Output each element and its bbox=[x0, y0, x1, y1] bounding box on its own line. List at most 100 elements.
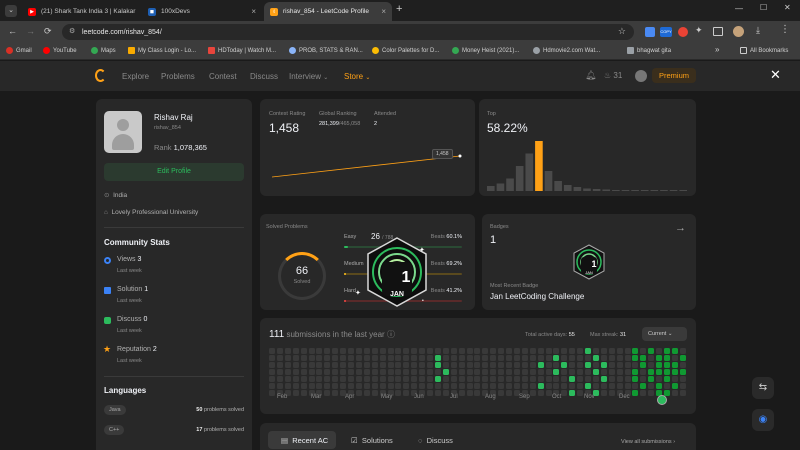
active-days: Total active days: 55 bbox=[525, 332, 575, 338]
beats: Beats 69.2% bbox=[431, 261, 462, 267]
heatmap-cell bbox=[561, 369, 568, 375]
bookmark-money-heist[interactable]: Money Heist (2021)... bbox=[452, 47, 519, 54]
heatmap-cell bbox=[616, 348, 623, 354]
menu-icon[interactable]: ⋮ bbox=[780, 24, 790, 35]
heatmap-cell bbox=[355, 376, 362, 382]
rating-tooltip: 1,458 bbox=[432, 149, 453, 159]
heatmap-cell bbox=[679, 362, 686, 368]
close-window-button[interactable]: ✕ bbox=[784, 3, 791, 12]
heatmap-cell bbox=[276, 348, 283, 354]
profile-avatar[interactable] bbox=[733, 26, 744, 37]
bookmark-bhagwat-gita[interactable]: bhagwat gita bbox=[627, 47, 671, 54]
tab-solutions[interactable]: ☑ Solutions bbox=[351, 436, 393, 445]
browser-tab-leetcode[interactable]: ℓ rishav_854 - LeetCode Profile × bbox=[264, 2, 392, 21]
global-rank: 281,399 bbox=[319, 121, 339, 127]
premium-button[interactable]: Premium bbox=[652, 68, 697, 83]
heatmap-cell bbox=[553, 369, 560, 375]
nav-store[interactable]: Store ⌄ bbox=[344, 72, 370, 81]
tab-search-button[interactable]: ⌄ bbox=[5, 5, 17, 17]
top-label: Top bbox=[487, 111, 496, 117]
nav-interview[interactable]: Interview ⌄ bbox=[289, 72, 328, 81]
bookmark-class-login[interactable]: My Class Login - Lo... bbox=[128, 47, 196, 54]
bookmark-color-palettes[interactable]: Color Palettes for D... bbox=[372, 47, 439, 54]
close-tab-icon[interactable]: × bbox=[135, 7, 140, 16]
new-tab-button[interactable]: + bbox=[396, 3, 402, 15]
solved-title: Solved Problems bbox=[266, 224, 308, 230]
nav-problems[interactable]: Problems bbox=[161, 72, 195, 81]
heatmap-cell bbox=[316, 383, 323, 389]
histogram-bar bbox=[583, 188, 591, 191]
close-overlay-button[interactable]: ✕ bbox=[770, 67, 781, 83]
layout-toggle-button[interactable]: ⇆ bbox=[752, 377, 774, 399]
streak-counter[interactable]: ♨ 31 bbox=[604, 71, 622, 80]
year-select[interactable]: Current ⌄ bbox=[642, 327, 687, 341]
location-icon: ⊙ bbox=[104, 192, 110, 199]
bookmark-maps[interactable]: Maps bbox=[91, 47, 116, 54]
histogram-bar bbox=[544, 171, 553, 191]
tab-recent-ac[interactable]: ▤ Recent AC bbox=[268, 431, 336, 449]
sidebar-icon[interactable] bbox=[713, 27, 723, 36]
heatmap-cell bbox=[419, 355, 426, 361]
stat-label: Solution 1 bbox=[117, 286, 148, 293]
edit-profile-button[interactable]: Edit Profile bbox=[104, 163, 244, 181]
download-icon[interactable]: ⤓ bbox=[756, 25, 760, 36]
heatmap-cell bbox=[300, 362, 307, 368]
bookmark-hdmovie2[interactable]: Hdmovie2.com Wat... bbox=[533, 47, 600, 54]
heatmap-cell bbox=[340, 376, 347, 382]
all-bookmarks-button[interactable]: All Bookmarks bbox=[740, 47, 788, 54]
nav-discuss[interactable]: Discuss bbox=[250, 72, 278, 81]
close-tab-icon[interactable]: × bbox=[245, 7, 256, 16]
maximize-button[interactable]: ☐ bbox=[760, 3, 767, 12]
heatmap-cell bbox=[269, 362, 275, 368]
globe-icon bbox=[289, 47, 296, 54]
badge-overlay-month: JAN bbox=[390, 291, 404, 298]
user-avatar[interactable] bbox=[635, 70, 647, 82]
browser-tab-100xdevs[interactable]: ◼ 100xDevs × bbox=[142, 2, 262, 21]
copy-extension-icon[interactable]: COPY bbox=[660, 27, 672, 37]
tab-discuss[interactable]: ◌ Discuss bbox=[418, 436, 453, 445]
forward-icon[interactable]: → bbox=[26, 26, 35, 36]
jan-badge-icon[interactable]: 1 JAN bbox=[571, 243, 607, 281]
heatmap-cell bbox=[569, 348, 576, 354]
notification-bell-icon[interactable]: 🔔︎ bbox=[585, 70, 596, 81]
bookmark-prob-stats[interactable]: PROB, STATS & RAN... bbox=[289, 47, 363, 54]
tab-label: Recent AC bbox=[292, 436, 329, 445]
info-icon[interactable]: ⓘ bbox=[387, 330, 395, 339]
extensions-puzzle-icon[interactable]: ✦ bbox=[695, 25, 703, 36]
nav-explore[interactable]: Explore bbox=[122, 72, 149, 81]
minimize-button[interactable]: — bbox=[735, 4, 743, 13]
heatmap-cell bbox=[466, 355, 473, 361]
heatmap-cell bbox=[411, 383, 418, 389]
rank-label: Rank bbox=[154, 143, 172, 152]
beats-value: 41.2% bbox=[446, 288, 462, 294]
back-icon[interactable]: ← bbox=[8, 26, 17, 36]
browser-tab-youtube[interactable]: ▶ (21) Shark Tank India 3 | Kalakar × bbox=[22, 2, 140, 21]
close-tab-icon[interactable]: × bbox=[375, 7, 386, 16]
feedback-button[interactable]: ◉ bbox=[752, 409, 774, 431]
view-all-submissions-link[interactable]: View all submissions › bbox=[621, 439, 675, 445]
badges-arrow-icon[interactable]: → bbox=[675, 222, 686, 234]
heatmap-cell bbox=[585, 383, 591, 389]
chevron-icon: ⌄ bbox=[667, 331, 673, 337]
url-field[interactable]: ⚙ leetcode.com/rishav_854/ ☆ bbox=[62, 24, 634, 40]
heatmap-cell bbox=[569, 355, 576, 361]
heatmap-cell bbox=[419, 362, 426, 368]
bookmark-youtube[interactable]: YouTube bbox=[43, 47, 77, 54]
reload-icon[interactable]: ⟳ bbox=[44, 26, 52, 37]
heatmap-cell bbox=[490, 355, 497, 361]
heatmap-cell bbox=[450, 369, 457, 375]
extension-icon[interactable] bbox=[678, 27, 688, 37]
bookmark-star-icon[interactable]: ☆ bbox=[618, 26, 626, 37]
bookmark-gmail[interactable]: Gmail bbox=[6, 47, 32, 54]
active-value: 55 bbox=[568, 332, 575, 338]
heatmap-cell bbox=[608, 355, 615, 361]
site-info-icon[interactable]: ⚙ bbox=[69, 27, 75, 35]
leetcode-logo-icon[interactable] bbox=[95, 69, 106, 82]
graduation-icon: ⌂ bbox=[104, 209, 108, 216]
more-bookmarks-button[interactable]: » bbox=[715, 45, 719, 54]
solution-value: 1 bbox=[144, 286, 149, 293]
nav-contest[interactable]: Contest bbox=[209, 72, 237, 81]
month-label: Aug bbox=[485, 394, 496, 400]
bookmark-hdtoday[interactable]: HDToday | Watch M... bbox=[208, 47, 276, 54]
extension-icon[interactable] bbox=[645, 27, 655, 37]
